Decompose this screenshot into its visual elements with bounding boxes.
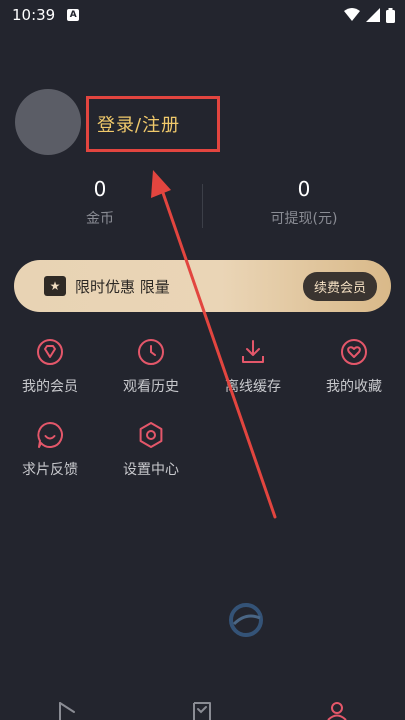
play-icon[interactable] <box>57 702 77 720</box>
stats-row: 0 金币 0 可提现(元) <box>0 176 405 236</box>
menu-item-settings[interactable]: 设置中心 <box>111 421 191 479</box>
profile-icon[interactable] <box>327 702 347 720</box>
download-icon <box>242 340 264 363</box>
menu-label: 我的会员 <box>22 379 78 395</box>
coins-stat[interactable]: 0 金币 <box>10 176 190 228</box>
withdrawable-value: 0 <box>297 177 311 201</box>
vip-promo-banner[interactable]: ★ 限时优惠 限量 续费会员 <box>14 260 391 312</box>
menu-label: 设置中心 <box>123 462 179 478</box>
avatar[interactable] <box>15 89 81 155</box>
ticket-star-icon: ★ <box>44 276 66 296</box>
checklist-icon[interactable] <box>192 702 212 720</box>
bottom-tab-bar <box>0 696 405 720</box>
login-register-label: 登录/注册 <box>97 115 181 136</box>
diamond-icon <box>37 339 63 365</box>
promo-text: 限时优惠 限量 <box>75 277 170 296</box>
menu-label: 求片反馈 <box>22 462 78 478</box>
menu-item-feedback[interactable]: 求片反馈 <box>10 421 90 479</box>
menu-item-membership[interactable]: 我的会员 <box>10 338 90 396</box>
settings-icon <box>139 422 163 448</box>
heart-icon <box>341 339 367 365</box>
menu-item-history[interactable]: 观看历史 <box>111 338 191 396</box>
withdrawable-label: 可提现(元) <box>270 211 338 227</box>
wifi-icon <box>344 8 360 21</box>
sim-icon: A <box>67 9 80 21</box>
clock-icon <box>138 339 164 365</box>
login-register-button[interactable]: 登录/注册 <box>86 96 220 152</box>
renew-membership-button[interactable]: 续费会员 <box>302 271 377 301</box>
watermark-logo-icon <box>229 603 263 637</box>
chat-icon <box>37 422 63 448</box>
status-time: 10:39 <box>12 6 56 24</box>
coins-label: 金币 <box>86 211 114 227</box>
menu-item-favorites[interactable]: 我的收藏 <box>314 338 394 396</box>
menu-item-offline-cache[interactable]: 离线缓存 <box>213 338 293 396</box>
signal-icon <box>366 8 380 22</box>
coins-value: 0 <box>93 177 107 201</box>
menu-label: 观看历史 <box>123 379 179 395</box>
menu-label: 我的收藏 <box>326 379 382 395</box>
menu-label: 离线缓存 <box>225 379 281 395</box>
status-bar: 10:39 A <box>0 0 405 30</box>
withdrawable-stat[interactable]: 0 可提现(元) <box>214 176 394 228</box>
stats-divider <box>202 184 203 228</box>
battery-icon <box>386 7 395 23</box>
